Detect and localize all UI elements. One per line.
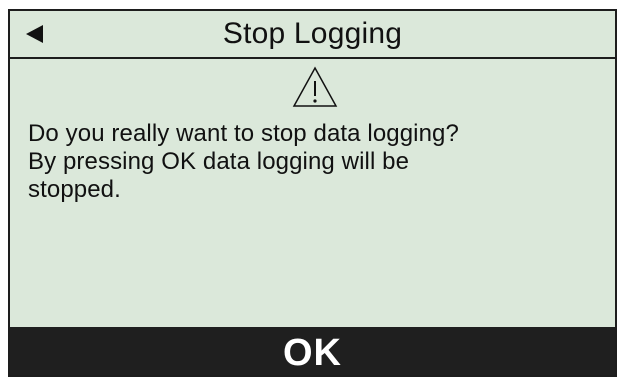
message-line: By pressing OK data logging will be (28, 148, 410, 175)
device-screen: Stop Logging Do you really want to stop … (8, 9, 617, 377)
message-line: Do you really want to stop data logging? (28, 120, 459, 147)
title-bar: Stop Logging (10, 11, 615, 59)
ok-button[interactable]: OK (10, 327, 615, 375)
warning-icon (292, 66, 338, 107)
message-line: stopped. (28, 176, 121, 203)
page-title: Stop Logging (222, 17, 403, 50)
confirmation-message: Do you really want to stop data logging?… (28, 120, 615, 204)
